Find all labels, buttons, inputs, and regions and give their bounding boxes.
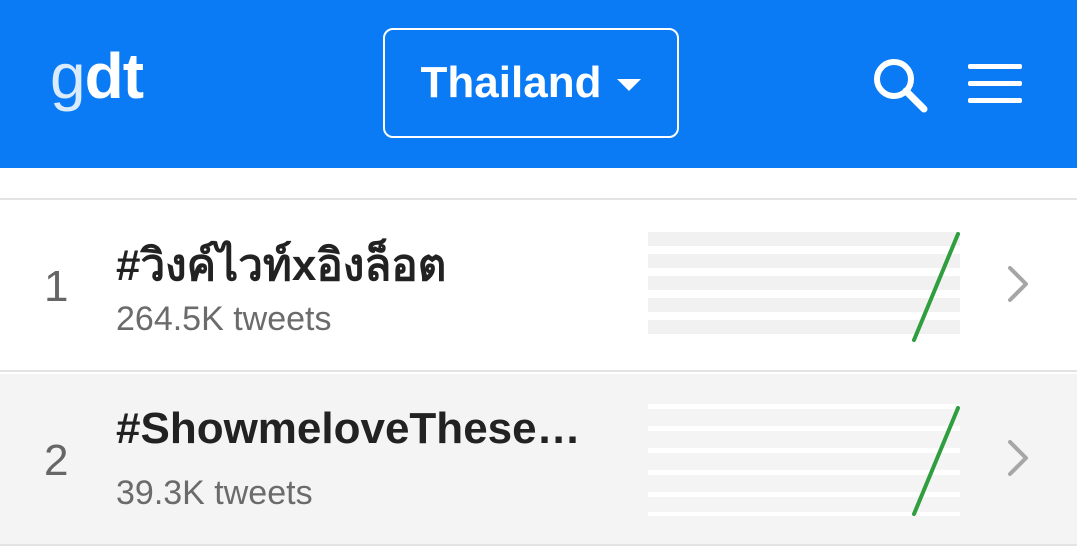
menu-icon [968,64,1022,69]
search-icon [874,59,928,113]
trend-tweet-count: 264.5K tweets [116,300,332,338]
logo-light-part: g [50,40,86,112]
chevron-right-icon [1008,266,1028,302]
trend-sparkline [648,404,960,516]
country-selector-label: Thailand [420,58,602,107]
sparkline-trend-line [912,406,960,516]
trend-row-1[interactable]: 1 #วิงค์ไวท์xอิงล็อต 264.5K tweets [0,200,1077,372]
trend-tweet-count: 39.3K tweets [116,474,313,512]
trend-rank: 1 [44,262,69,311]
header-spacer [0,168,1077,200]
trend-sparkline [648,232,960,342]
caret-down-icon [617,79,642,91]
trend-rank: 2 [44,436,69,485]
logo-bold-part: dt [84,40,144,112]
menu-icon-bar [968,98,1022,103]
trend-name: #วิงค์ไวท์xอิงล็อต [116,241,447,290]
menu-button[interactable] [966,64,1026,104]
gdt-logo[interactable]: gdt [50,36,144,116]
chevron-right-icon [1008,440,1028,476]
menu-icon-bar [968,81,1022,86]
trend-row-2[interactable]: 2 #ShowmeloveThese… 39.3K tweets [0,374,1077,546]
trend-name: #ShowmeloveThese… [116,404,581,453]
country-selector-button[interactable]: Thailand [383,28,679,138]
app-header: gdt Thailand [0,0,1077,168]
search-button[interactable] [870,55,932,117]
